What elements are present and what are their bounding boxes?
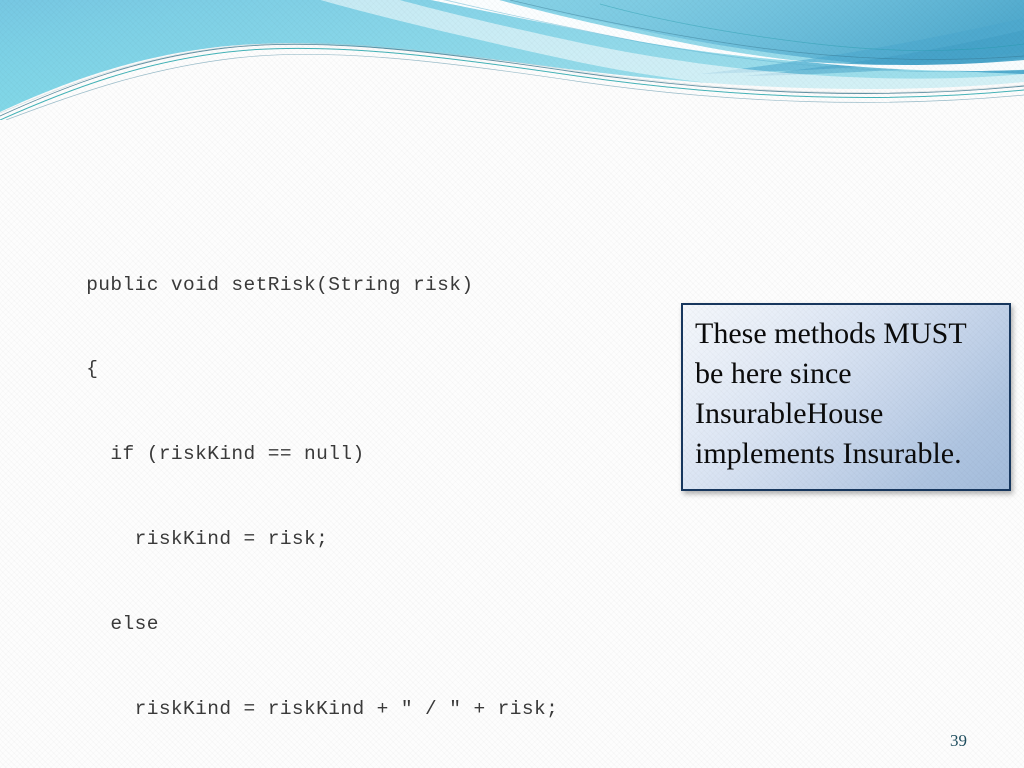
- emphasis-callout-text: These methods MUST be here since Insurab…: [695, 317, 967, 470]
- page-number: 39: [950, 731, 967, 750]
- java-source-listing: public void setRisk(String risk) { if (r…: [62, 214, 558, 768]
- code-line: if (riskKind == null): [62, 443, 365, 466]
- code-line: else: [62, 613, 159, 636]
- decorative-wave-banner: [0, 0, 1024, 120]
- code-line: public void setRisk(String risk): [62, 273, 474, 296]
- code-line: {: [62, 358, 99, 381]
- slide-canvas: public void setRisk(String risk) { if (r…: [0, 0, 1024, 768]
- code-line: riskKind = riskKind + " / " + risk;: [62, 698, 559, 721]
- emphasis-callout: These methods MUST be here since Insurab…: [681, 303, 1011, 491]
- code-line: riskKind = risk;: [62, 528, 329, 551]
